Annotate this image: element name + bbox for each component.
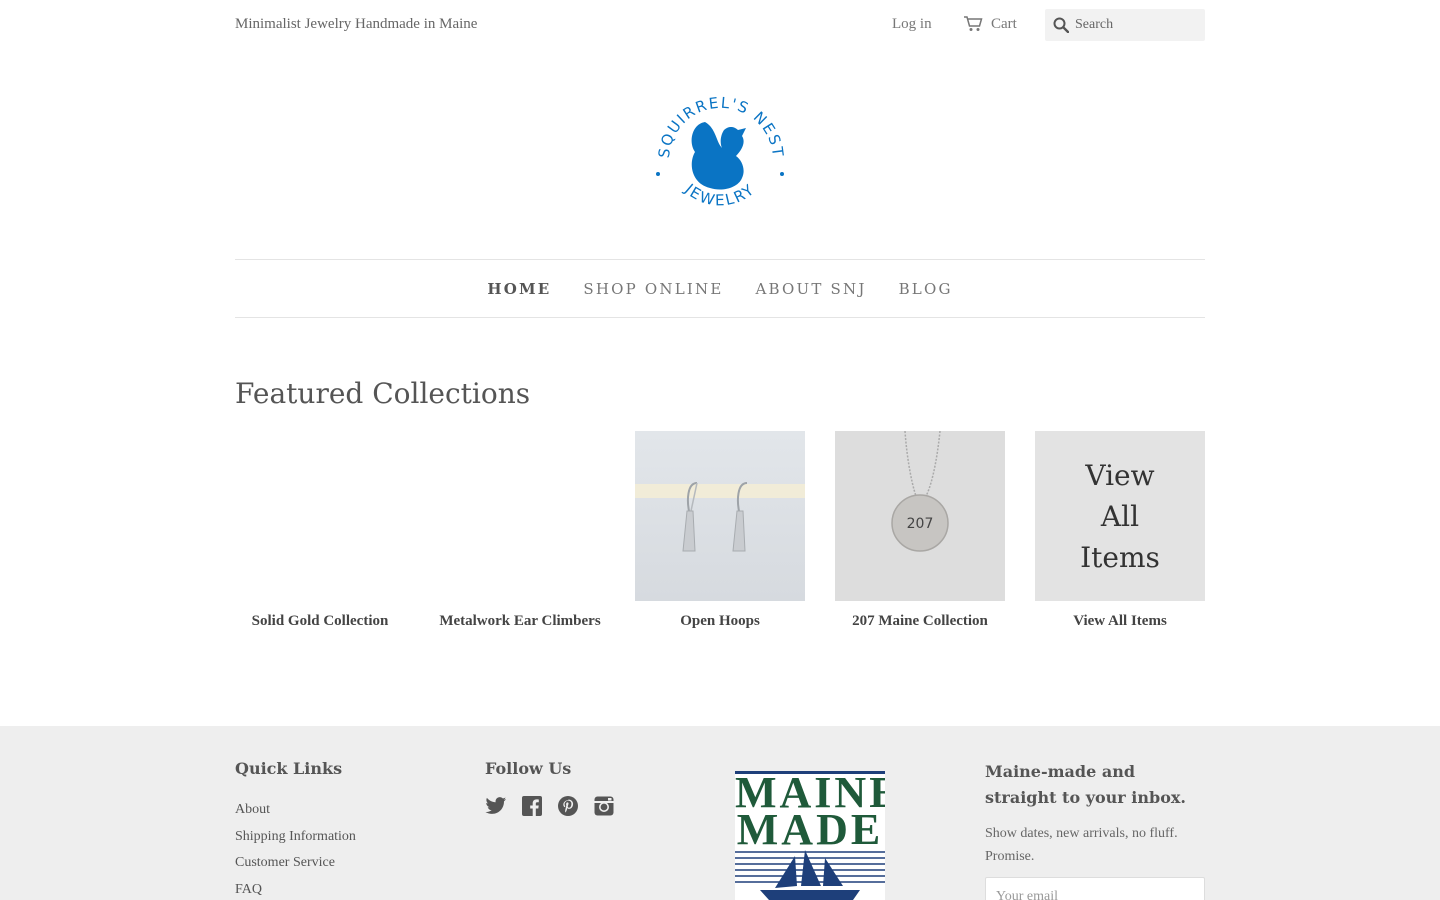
view-all-line-3: Items — [1080, 540, 1160, 574]
quick-links-list: About Shipping Information Customer Serv… — [235, 797, 356, 900]
squirrel-icon — [691, 122, 746, 190]
collection-card-207-maine[interactable]: 207 207 Maine Collection — [835, 431, 1005, 630]
search-input[interactable] — [1075, 17, 1195, 33]
follow-us-title: Follow Us — [485, 759, 572, 778]
collection-label[interactable]: View All Items — [1035, 613, 1205, 630]
store-tagline: Minimalist Jewelry Handmade in Maine — [235, 16, 478, 32]
nav-blog[interactable]: BLOG — [899, 280, 953, 298]
view-all-tile[interactable]: View All Items — [1035, 431, 1205, 601]
pinterest-icon[interactable] — [557, 796, 579, 821]
search-icon[interactable] — [1053, 17, 1069, 33]
main-nav: HOME SHOP ONLINE ABOUT SNJ BLOG — [235, 259, 1205, 318]
hoop-earrings-image[interactable] — [635, 431, 805, 601]
nav-about-snj[interactable]: ABOUT SNJ — [756, 280, 867, 298]
view-all-line-1: View — [1085, 458, 1155, 492]
quick-links-title: Quick Links — [235, 759, 343, 778]
footer-link-customer-service[interactable]: Customer Service — [235, 850, 356, 877]
maine-made-badge[interactable]: MAINE MADE — [735, 771, 885, 900]
squirrels-nest-logo[interactable]: SQUIRREL'S NEST JEWELRY — [650, 84, 790, 224]
schooner-icon — [735, 850, 885, 900]
cart-icon — [964, 16, 983, 31]
search-box[interactable] — [1045, 9, 1205, 41]
newsletter-title: Maine-made and straight to your inbox. — [985, 762, 1186, 807]
badge-line-2: MADE — [736, 805, 884, 854]
featured-collections-title: Featured Collections — [235, 377, 531, 410]
nav-home[interactable]: HOME — [487, 280, 551, 298]
collection-card-ear-climbers[interactable]: Metalwork Ear Climbers — [435, 431, 605, 630]
site-footer: Quick Links About Shipping Information C… — [0, 726, 1440, 900]
nav-shop-online[interactable]: SHOP ONLINE — [583, 280, 723, 298]
collection-card-view-all[interactable]: View All Items View All Items — [1035, 431, 1205, 630]
collection-image-empty[interactable] — [435, 431, 605, 601]
login-link[interactable]: Log in — [892, 14, 932, 34]
instagram-icon[interactable] — [593, 796, 615, 821]
collection-label[interactable]: Open Hoops — [635, 613, 805, 630]
footer-link-about[interactable]: About — [235, 797, 356, 824]
pendant-207-text: 207 — [907, 516, 934, 532]
newsletter-description: Show dates, new arrivals, no fluff. Prom… — [985, 826, 1178, 864]
newsletter-email-input[interactable] — [985, 877, 1205, 900]
footer-link-faq[interactable]: FAQ — [235, 877, 356, 900]
social-links — [485, 796, 629, 821]
facebook-icon[interactable] — [521, 796, 543, 821]
pendant-necklace-image[interactable]: 207 — [835, 431, 1005, 601]
collection-label[interactable]: 207 Maine Collection — [835, 613, 1005, 630]
twitter-icon[interactable] — [485, 796, 507, 821]
collection-card-solid-gold[interactable]: Solid Gold Collection — [235, 431, 405, 630]
footer-link-shipping[interactable]: Shipping Information — [235, 824, 356, 851]
collection-image-empty[interactable] — [235, 431, 405, 601]
cart-label: Cart — [991, 16, 1017, 32]
collection-card-open-hoops[interactable]: Open Hoops — [635, 431, 805, 630]
view-all-line-2: All — [1100, 499, 1140, 533]
cart-link[interactable]: Cart — [963, 14, 1017, 34]
collections-grid: Solid Gold Collection Metalwork Ear Clim… — [235, 431, 1235, 630]
collection-label[interactable]: Metalwork Ear Climbers — [435, 613, 605, 630]
collection-label[interactable]: Solid Gold Collection — [235, 613, 405, 630]
